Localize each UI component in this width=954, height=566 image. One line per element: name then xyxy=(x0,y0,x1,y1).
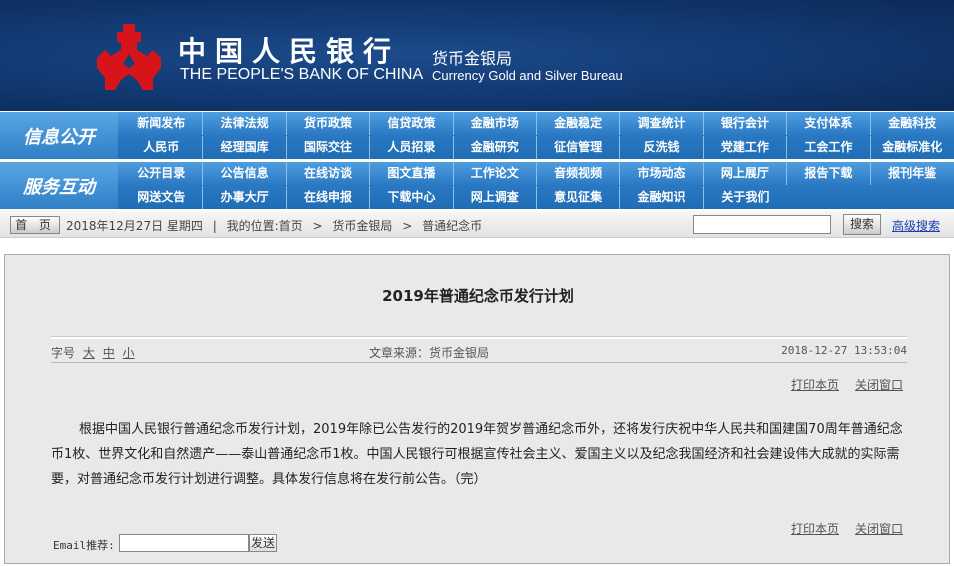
breadcrumb: 2018年12月27日 星期四 | 我的位置:首页 > 货币金银局 > 普通纪念… xyxy=(66,217,488,234)
bank-name-cn: 中国人民银行 xyxy=(178,35,401,68)
home-button[interactable]: 首 页 xyxy=(10,216,60,234)
article-actions-bottom: 打印本页 关闭窗口 xyxy=(775,520,903,537)
breadcrumb-bar: 首 页 2018年12月27日 星期四 | 我的位置:首页 > 货币金银局 > … xyxy=(0,211,954,238)
nav-item[interactable]: 网送文告 xyxy=(120,186,204,209)
nav-item[interactable]: 金融稳定 xyxy=(537,112,621,135)
nav-item[interactable]: 在线访谈 xyxy=(287,162,371,185)
nav-section-service: 服务互动 公开目录 公告信息 在线访谈 图文直播 工作论文 音频视频 市场动态 网上展厅 报告下… xyxy=(0,162,954,209)
nav-item[interactable]: 关于我们 xyxy=(704,186,787,209)
search-input[interactable] xyxy=(693,215,831,234)
nav-item[interactable]: 货币政策 xyxy=(287,112,371,135)
article-meta: 字号 大 中 小 文章来源：货币金银局 2018-12-27 13:53:04 xyxy=(51,337,907,363)
nav-item[interactable]: 银行会计 xyxy=(704,112,788,135)
nav-item[interactable]: 金融科技 xyxy=(871,112,954,135)
nav-section-label: 信息公开 xyxy=(0,112,118,159)
breadcrumb-arrow: > xyxy=(312,219,323,233)
nav-item[interactable]: 音频视频 xyxy=(537,162,621,185)
site-header: 中国人民银行 THE PEOPLE'S BANK OF CHINA 货币金银局 … xyxy=(0,0,954,111)
nav-item[interactable]: 党建工作 xyxy=(704,136,788,159)
print-link[interactable]: 打印本页 xyxy=(791,522,839,536)
nav-item[interactable]: 办事大厅 xyxy=(203,186,287,209)
font-size-small[interactable]: 小 xyxy=(123,346,135,360)
nav-item[interactable]: 报告下载 xyxy=(787,162,871,185)
breadcrumb-arrow: > xyxy=(402,219,413,233)
nav-item[interactable]: 报刊年鉴 xyxy=(871,162,954,185)
nav-item[interactable]: 市场动态 xyxy=(620,162,704,185)
nav-item[interactable]: 人员招录 xyxy=(370,136,454,159)
nav-item[interactable]: 金融标准化 xyxy=(871,136,954,159)
nav-item[interactable]: 经理国库 xyxy=(203,136,287,159)
article-datetime: 2018-12-27 13:53:04 xyxy=(781,344,907,357)
nav-item[interactable]: 图文直播 xyxy=(370,162,454,185)
nav-item[interactable]: 金融研究 xyxy=(454,136,537,159)
close-window-link[interactable]: 关闭窗口 xyxy=(855,378,903,392)
nav-item[interactable]: 网上调查 xyxy=(454,186,537,209)
breadcrumb-home[interactable]: 我的位置:首页 xyxy=(227,219,303,233)
close-window-link[interactable]: 关闭窗口 xyxy=(855,522,903,536)
nav-item[interactable]: 公告信息 xyxy=(203,162,287,185)
nav-item[interactable]: 公开目录 xyxy=(120,162,204,185)
nav-item[interactable]: 信贷政策 xyxy=(370,112,454,135)
nav-section-label: 服务互动 xyxy=(0,162,118,209)
font-size-large[interactable]: 大 xyxy=(83,346,95,360)
print-link[interactable]: 打印本页 xyxy=(791,378,839,392)
nav-item[interactable]: 调查统计 xyxy=(620,112,704,135)
pboc-logo-icon xyxy=(97,24,161,90)
nav-item[interactable]: 人民币 xyxy=(120,136,204,159)
article-source: 文章来源：货币金银局 xyxy=(369,346,490,360)
email-label: Email推荐: xyxy=(53,539,115,552)
font-size-medium[interactable]: 中 xyxy=(103,346,115,360)
email-send-button[interactable]: 发送 xyxy=(249,534,277,552)
nav-item[interactable]: 国际交往 xyxy=(287,136,371,159)
nav-item[interactable]: 在线申报 xyxy=(287,186,371,209)
nav-item[interactable]: 网上展厅 xyxy=(704,162,788,185)
article-title: 2019年普通纪念币发行计划 xyxy=(382,287,574,305)
nav-item[interactable]: 金融市场 xyxy=(454,112,537,135)
nav-section-info: 信息公开 新闻发布 法律法规 货币政策 信贷政策 金融市场 金融稳定 调查统计 银行会计 支付体… xyxy=(0,112,954,159)
nav-item[interactable]: 反洗钱 xyxy=(620,136,704,159)
nav-item[interactable]: 意见征集 xyxy=(537,186,621,209)
separator: | xyxy=(212,219,217,233)
nav-item[interactable]: 法律法规 xyxy=(203,112,287,135)
bureau-name-cn: 货币金银局 xyxy=(432,49,513,68)
font-size-label: 字号 xyxy=(51,346,76,360)
nav-item[interactable]: 工会工作 xyxy=(787,136,871,159)
email-input[interactable] xyxy=(119,534,249,552)
article-body: 根据中国人民银行普通纪念币发行计划，2019年除已公告发行的2019年贺岁普通纪… xyxy=(51,422,903,487)
nav-item[interactable]: 新闻发布 xyxy=(120,112,204,135)
nav-item[interactable]: 支付体系 xyxy=(787,112,871,135)
nav-item[interactable]: 工作论文 xyxy=(454,162,537,185)
bank-name-en: THE PEOPLE'S BANK OF CHINA xyxy=(180,66,424,83)
search-button[interactable]: 搜索 xyxy=(843,214,881,235)
main-nav: 信息公开 新闻发布 法律法规 货币政策 信贷政策 金融市场 金融稳定 调查统计 银行会计 支付体… xyxy=(0,112,954,210)
article-panel: 2019年普通纪念币发行计划 字号 大 中 小 文章来源：货币金银局 2018-… xyxy=(4,254,950,564)
nav-item[interactable]: 金融知识 xyxy=(620,186,704,209)
advanced-search-link[interactable]: 高级搜索 xyxy=(892,217,940,234)
bureau-name-en: Currency Gold and Silver Bureau xyxy=(432,68,623,83)
breadcrumb-item[interactable]: 货币金银局 xyxy=(332,219,392,233)
breadcrumb-item[interactable]: 普通纪念币 xyxy=(422,219,482,233)
nav-item[interactable]: 征信管理 xyxy=(537,136,621,159)
article-actions-top: 打印本页 关闭窗口 xyxy=(775,376,903,393)
current-date: 2018年12月27日 星期四 xyxy=(66,219,203,233)
font-size-control: 字号 大 中 小 xyxy=(51,344,139,361)
nav-item[interactable]: 下载中心 xyxy=(370,186,454,209)
